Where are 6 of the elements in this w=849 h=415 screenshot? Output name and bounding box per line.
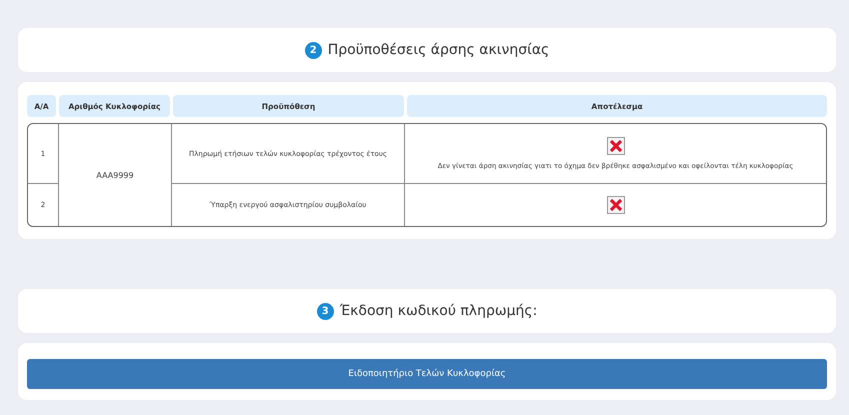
table-cell: AAA9999 xyxy=(59,124,172,226)
section-title: Προϋποθέσεις άρσης ακινησίας xyxy=(328,42,550,58)
section-title: Έκδοση κωδικού πληρωμής: xyxy=(340,303,538,319)
step-badge: 3 xyxy=(316,302,334,320)
notice-button[interactable]: Ειδοποιητήριο Τελών Κυκλοφορίας xyxy=(27,359,827,389)
step-badge: 2 xyxy=(304,42,322,58)
